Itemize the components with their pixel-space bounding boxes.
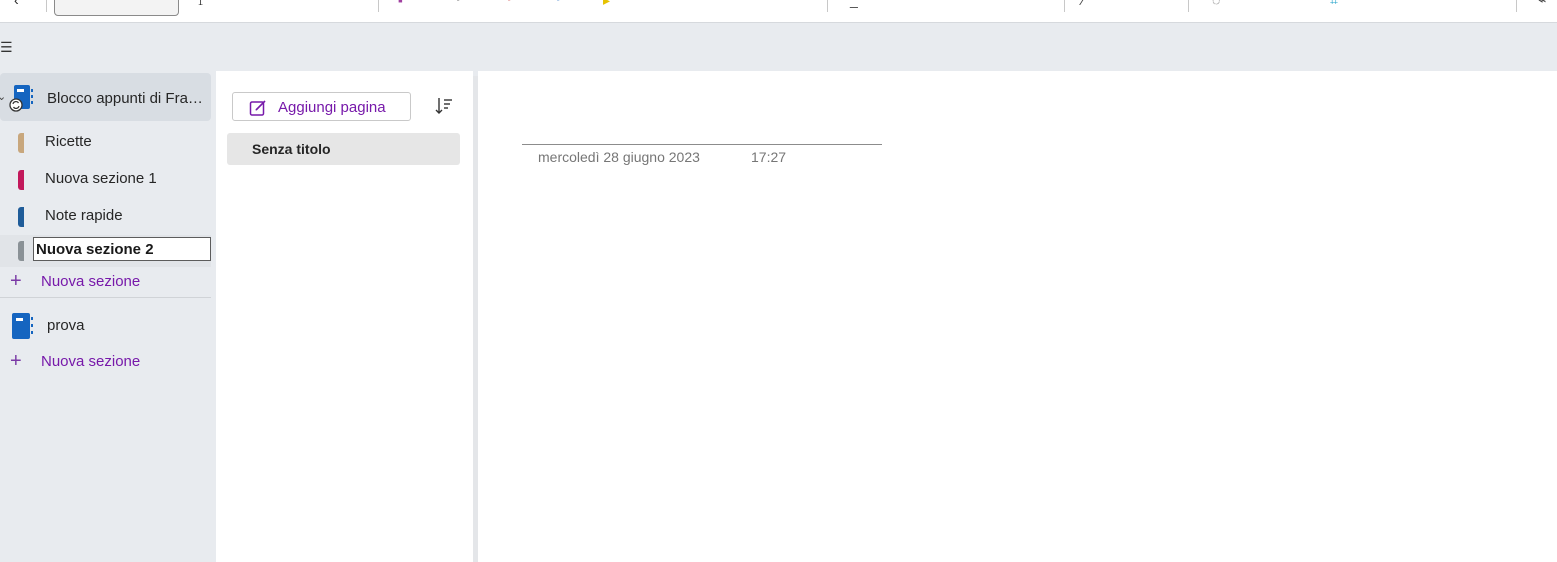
highlighter-icon[interactable]: ▸ [603,0,610,7]
pen-black-icon[interactable]: ╹ [454,0,462,7]
add-section-button[interactable]: + Nuova sezione [0,269,211,297]
add-page-button[interactable]: Aggiungi pagina [232,92,411,121]
hamburger-menu-icon[interactable]: ☰ [0,40,13,54]
page-item[interactable]: Senza titolo [227,133,460,165]
section-color-tab [18,241,24,261]
section-color-tab [18,133,24,153]
toolbar-divider [46,0,47,12]
add-section-label: Nuova sezione [41,273,141,290]
ruler-icon[interactable]: ◌ [1212,0,1220,7]
page-list-panel: Aggiungi pagina Senza titolo [216,71,473,562]
page-item-title: Senza titolo [252,141,331,157]
section-item-nuova-sezione-1[interactable]: Nuova sezione 1 [0,163,211,195]
add-page-label: Aggiungi pagina [278,99,386,116]
toolbar-divider [1188,0,1189,12]
notebook-icon [12,313,33,339]
notebook-item-prova[interactable]: prova [0,301,211,349]
edit-page-icon [249,100,266,116]
section-label: Nuova sezione 1 [45,170,157,187]
section-color-tab [18,170,24,190]
section-item-ricette[interactable]: Ricette [0,126,211,158]
section-color-tab [18,207,24,227]
notebook-label: Blocco appunti di Fran... [47,90,207,107]
ink-to-text-icon[interactable]: ⌗ [1330,0,1338,7]
pen-blue-icon[interactable]: ╹ [554,0,562,7]
page-time: 17:27 [751,149,787,165]
lasso-icon[interactable]: ⟟ [198,0,203,7]
pen-purple-icon[interactable]: ▪ [398,0,403,7]
sort-icon[interactable] [434,96,454,116]
page-title-underline [522,144,882,145]
toolbar-divider [1064,0,1065,12]
section-item-nuova-sezione-2[interactable] [0,235,211,267]
add-section-button[interactable]: + Nuova sezione [0,349,211,377]
plus-icon: + [10,270,22,292]
more-icon[interactable]: ⌁ [1538,0,1546,7]
section-item-note-rapide[interactable]: Note rapide [0,200,211,232]
notebook-label: prova [47,317,85,334]
eraser-icon[interactable]: _ [850,0,858,7]
section-rename-input[interactable] [33,237,211,261]
toolbar-selected-button[interactable] [54,0,179,16]
back-arrow-icon[interactable]: ‹ [14,0,19,7]
notebook-item-blocco-appunti[interactable]: ⌄ Blocco appunti di Fran... [0,73,211,121]
pen-red-icon[interactable]: ╹ [505,0,513,7]
notebook-navigation: ⌄ Blocco appunti di Fran... Ricette Nuov… [0,71,216,562]
section-label: Ricette [45,133,92,150]
section-label: Note rapide [45,207,123,224]
toolbar-divider [378,0,379,12]
ribbon-toolbar: ‹ ⟟ ▪ ╹ ╹ ╹ ▸ _ ⁄ ◌ ⌗ ⌁ [0,0,1557,23]
notebook-divider [0,297,211,298]
page-canvas[interactable]: mercoledì 28 giugno 2023 17:27 [478,71,1557,562]
chevron-down-icon[interactable]: ⌄ [0,90,6,103]
plus-icon: + [10,350,22,372]
notebook-sync-icon [9,85,33,112]
page-date: mercoledì 28 giugno 2023 [538,149,700,165]
shapes-icon[interactable]: ⁄ [1082,0,1084,7]
toolbar-divider [827,0,828,12]
add-section-label: Nuova sezione [41,353,141,370]
toolbar-divider [1516,0,1517,12]
